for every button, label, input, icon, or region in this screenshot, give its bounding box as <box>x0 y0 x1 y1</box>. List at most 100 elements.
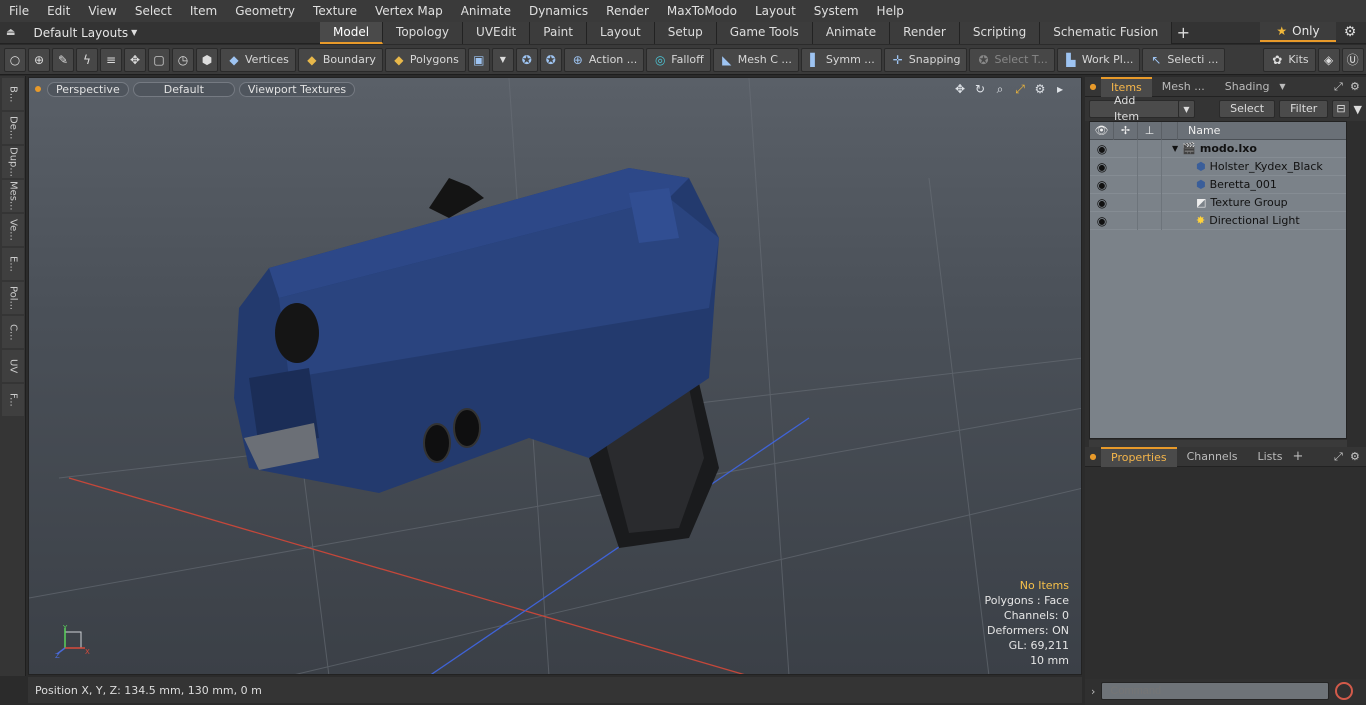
filter-button[interactable]: Filter <box>1279 100 1329 118</box>
left-tab-duplicate[interactable]: Dup... <box>2 146 24 178</box>
mesh-constraint-button[interactable]: ◣ Mesh C ... <box>712 47 799 72</box>
polygons-button[interactable]: ◆ Polygons <box>384 47 466 72</box>
align-button[interactable]: ≡ <box>100 47 122 72</box>
panel-gear-icon[interactable]: ⚙ <box>1350 80 1366 93</box>
tab-scripting[interactable]: Scripting <box>959 21 1041 44</box>
eye-icon[interactable]: ◉ <box>1090 160 1114 174</box>
tab-schematic-fusion[interactable]: Schematic Fusion <box>1040 21 1173 44</box>
add-item-dropdown[interactable]: ▼ <box>1178 100 1195 118</box>
menu-item[interactable]: Item <box>181 0 226 22</box>
eye-icon[interactable]: ◉ <box>1090 142 1114 156</box>
tab-setup[interactable]: Setup <box>654 21 717 44</box>
eye-icon[interactable]: ◉ <box>1090 196 1114 210</box>
menu-file[interactable]: File <box>0 0 38 22</box>
pen-button[interactable]: ✎ <box>52 47 74 72</box>
tab-mesh[interactable]: Mesh ... <box>1152 77 1215 97</box>
tab-properties[interactable]: Properties <box>1101 446 1177 467</box>
eye-icon[interactable]: ◉ <box>1090 178 1114 192</box>
left-tab-curve[interactable]: C... <box>2 316 24 348</box>
menu-vertex-map[interactable]: Vertex Map <box>366 0 452 22</box>
vertices-button[interactable]: ◆ Vertices <box>220 47 296 72</box>
tab-render[interactable]: Render <box>890 21 960 44</box>
left-tab-mesh-edit[interactable]: Mes... <box>2 180 24 212</box>
menu-geometry[interactable]: Geometry <box>226 0 304 22</box>
tab-uvedit[interactable]: UVEdit <box>463 21 531 44</box>
left-tab-basic[interactable]: B... <box>2 78 24 110</box>
3d-viewport[interactable]: Perspective Default Viewport Textures ✥ … <box>28 77 1082 675</box>
gear-icon[interactable]: ⚙ <box>1342 24 1358 40</box>
circle-select-button[interactable]: ○ <box>4 47 26 72</box>
tab-game-tools[interactable]: Game Tools <box>716 21 813 44</box>
tab-layout[interactable]: Layout <box>586 21 655 44</box>
falloff-button[interactable]: ◎ Falloff <box>646 47 711 72</box>
tab-channels[interactable]: Channels <box>1177 447 1248 467</box>
tab-lists[interactable]: Lists <box>1248 447 1293 467</box>
left-tab-vertex[interactable]: Ve... <box>2 214 24 246</box>
tree-row-holster[interactable]: ◉ ⬢ Holster_Kydex_Black <box>1090 157 1346 176</box>
unreal-button[interactable]: Ⓤ <box>1341 47 1364 72</box>
tree-row-light[interactable]: ◉ ✸ Directional Light <box>1090 211 1346 230</box>
globe-button[interactable]: ⊕ <box>28 47 50 72</box>
viewport-textures-button[interactable]: Viewport Textures <box>238 81 356 97</box>
view-type-button[interactable]: Perspective <box>47 81 129 97</box>
tabs-dropdown-icon[interactable]: ▼ <box>1279 82 1285 91</box>
add-item-button[interactable]: Add Item <box>1089 94 1181 123</box>
sculpt-button[interactable]: ϟ <box>76 47 98 72</box>
snapping-button[interactable]: ✛ Snapping <box>883 47 968 72</box>
panel-expand-icon[interactable]: ⤢ <box>1334 80 1350 94</box>
collapse-button[interactable]: ⊟ <box>1332 100 1350 118</box>
symmetry-cube-button[interactable]: ✪ <box>539 47 562 72</box>
expand-triangle-icon[interactable]: ▼ <box>1172 144 1178 153</box>
pan-icon[interactable]: ✥ <box>953 82 967 96</box>
menu-layout[interactable]: Layout <box>746 0 805 22</box>
viewport-gear-icon[interactable]: ⚙ <box>1033 82 1047 96</box>
rotate-icon[interactable]: ↻ <box>973 82 987 96</box>
work-plane-button[interactable]: ▙ Work Pl... <box>1056 47 1141 72</box>
unity-button[interactable]: ◈ <box>1317 47 1340 72</box>
menu-select[interactable]: Select <box>126 0 181 22</box>
tree-row-texture-group[interactable]: ◉ ◩ Texture Group <box>1090 193 1346 212</box>
boundary-button[interactable]: ◆ Boundary <box>297 47 383 72</box>
select-button[interactable]: Select <box>1219 100 1276 118</box>
command-input[interactable] <box>1101 682 1330 700</box>
menu-view[interactable]: View <box>79 0 125 22</box>
tab-animate[interactable]: Animate <box>812 21 891 44</box>
zoom-icon[interactable]: ⌕ <box>993 82 1007 96</box>
tree-row-beretta[interactable]: ◉ ⬢ Beretta_001 <box>1090 175 1346 194</box>
left-tab-polygon[interactable]: Pol... <box>2 282 24 314</box>
left-tab-uv[interactable]: UV <box>2 350 24 382</box>
timer-button[interactable]: ◷ <box>172 47 194 72</box>
transform-button[interactable]: ✥ <box>124 47 146 72</box>
layout-selector[interactable]: ⏏ Default Layouts ▼ <box>0 22 320 44</box>
menu-render[interactable]: Render <box>597 0 658 22</box>
action-center-button[interactable]: ⊕ Action ... <box>563 47 645 72</box>
shading-mode-button[interactable]: Default <box>132 81 235 97</box>
add-tab-icon[interactable]: + <box>1292 449 1303 464</box>
box-button[interactable]: ▢ <box>148 47 170 72</box>
mode-dropdown-button[interactable]: ▼ <box>491 47 514 72</box>
tab-model[interactable]: Model <box>320 21 384 44</box>
menu-help[interactable]: Help <box>868 0 913 22</box>
select-through-button[interactable]: ✪ Select T... <box>969 47 1055 72</box>
menu-edit[interactable]: Edit <box>38 0 79 22</box>
menu-maxtomodo[interactable]: MaxToModo <box>658 0 746 22</box>
menu-animate[interactable]: Animate <box>452 0 520 22</box>
tab-paint[interactable]: Paint <box>530 21 587 44</box>
tab-shading[interactable]: Shading <box>1215 77 1280 97</box>
kits-button[interactable]: ✿ Kits <box>1263 47 1316 72</box>
selection-sets-button[interactable]: ↖ Selecti ... <box>1142 47 1226 72</box>
panel-expand-icon[interactable]: ⤢ <box>1334 450 1350 464</box>
menu-texture[interactable]: Texture <box>304 0 366 22</box>
shield-button[interactable]: ⬢ <box>196 47 218 72</box>
menu-system[interactable]: System <box>805 0 868 22</box>
menu-dynamics[interactable]: Dynamics <box>520 0 597 22</box>
only-toggle[interactable]: ★ Only <box>1260 22 1336 42</box>
material-button[interactable]: ✪ <box>515 47 538 72</box>
record-button[interactable] <box>1335 682 1354 700</box>
funnel-icon[interactable]: ▼ <box>1354 103 1362 116</box>
left-tab-fusion[interactable]: F... <box>2 384 24 416</box>
add-tab-button[interactable]: + <box>1172 23 1194 43</box>
viewport-expand-icon[interactable]: ▸ <box>1053 82 1067 96</box>
tree-row-scene[interactable]: ◉ ▼ 🎬 modo.lxo <box>1090 139 1346 158</box>
eye-icon[interactable]: ◉ <box>1090 214 1114 228</box>
